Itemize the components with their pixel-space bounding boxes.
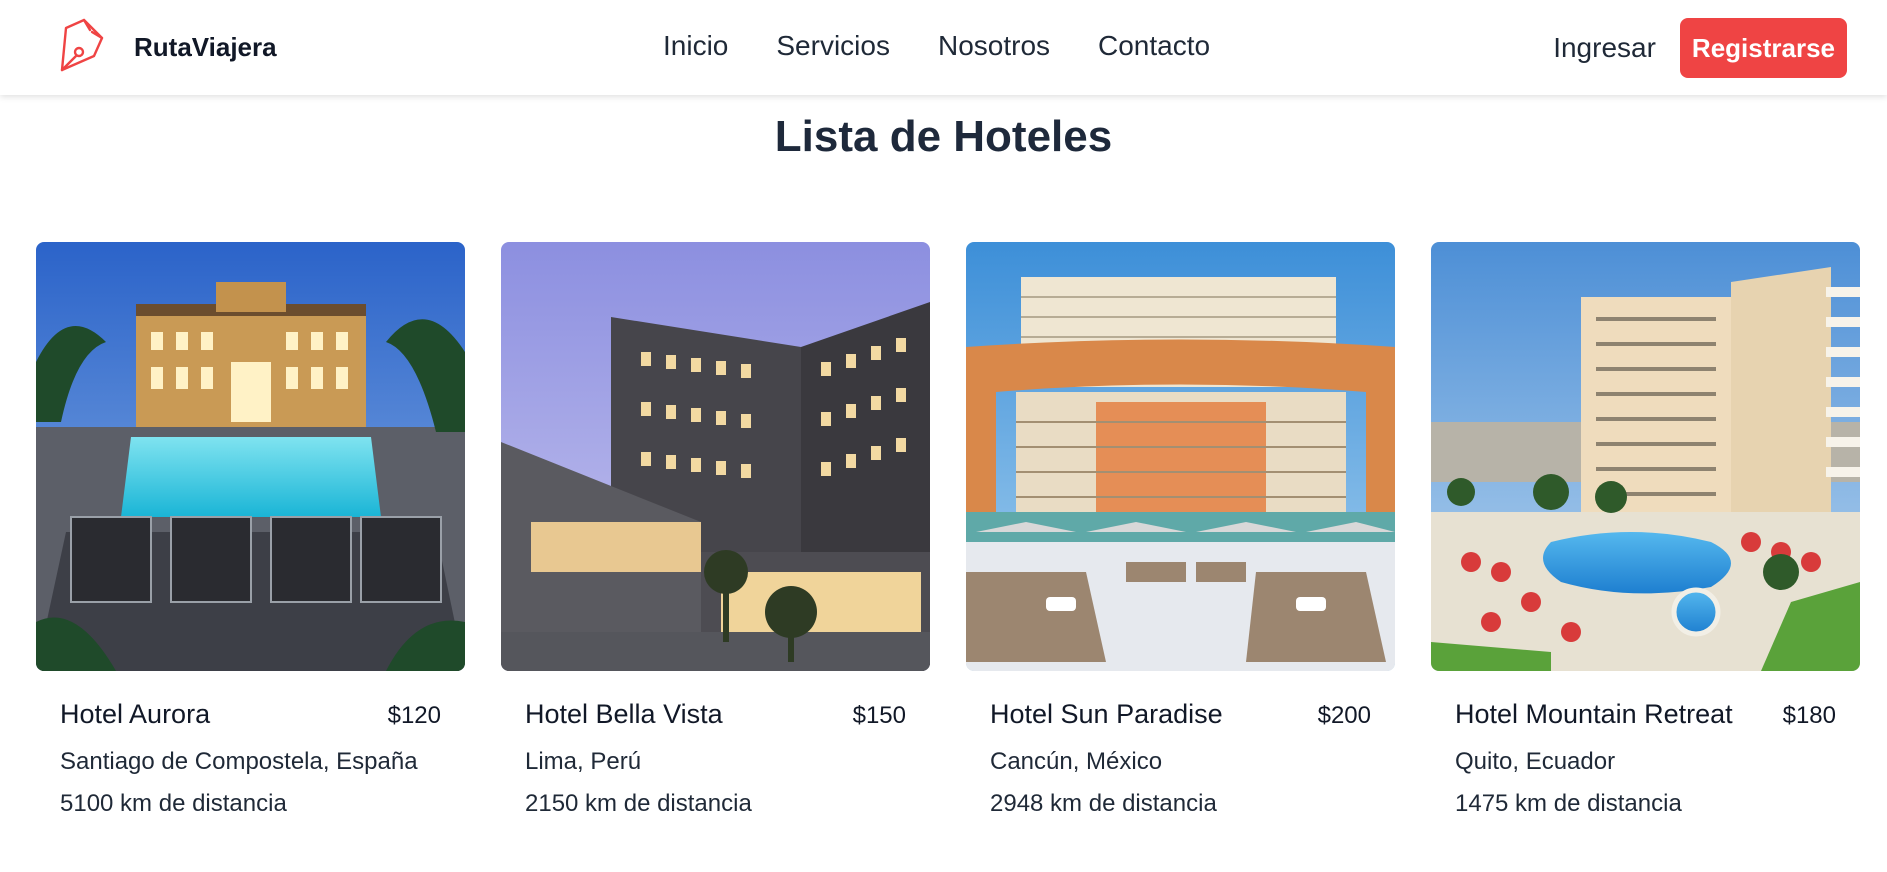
hotel-mountain-retreat-photo: [1431, 242, 1860, 671]
hotel-location: Cancún, México: [990, 748, 1163, 775]
hotel-card[interactable]: Hotel Aurora $120 Santiago de Compostela…: [36, 242, 465, 818]
nav-contacto[interactable]: Contacto: [1098, 30, 1210, 62]
hotel-name: Hotel Bella Vista: [525, 699, 723, 729]
hotel-location: Quito, Ecuador: [1455, 748, 1616, 775]
register-button[interactable]: Registrarse: [1679, 18, 1847, 78]
hotel-price: $120: [387, 702, 441, 729]
hotel-card[interactable]: Hotel Sun Paradise $200 Cancún, México 2…: [966, 242, 1395, 818]
auth-actions: Ingresar Registrarse: [1553, 18, 1847, 78]
hotel-bella-vista-photo: [501, 242, 930, 671]
nav-inicio[interactable]: Inicio: [663, 30, 728, 62]
hotel-distance: 1475 km de distancia: [1455, 790, 1682, 817]
main-nav: Inicio Servicios Nosotros Contacto: [663, 26, 1210, 66]
hotel-card[interactable]: Hotel Mountain Retreat $180 Quito, Ecuad…: [1431, 242, 1860, 818]
nav-servicios[interactable]: Servicios: [776, 30, 890, 62]
site-header: RutaViajera Inicio Servicios Nosotros Co…: [0, 0, 1887, 95]
hotel-price: $200: [1317, 702, 1371, 729]
brand-name: RutaViajera: [134, 31, 277, 62]
hotel-name: Hotel Mountain Retreat: [1455, 699, 1733, 729]
hotel-sun-paradise-photo: [966, 242, 1395, 671]
hotel-price: $150: [852, 702, 906, 729]
hotel-card[interactable]: Hotel Bella Vista $150 Lima, Perú 2150 k…: [501, 242, 930, 818]
brand-home-link[interactable]: RutaViajera: [52, 18, 277, 76]
hotel-list: Hotel Aurora $120 Santiago de Compostela…: [36, 242, 1860, 818]
hotel-location: Santiago de Compostela, España: [60, 748, 418, 775]
hotel-distance: 5100 km de distancia: [60, 790, 287, 817]
pen-nib-logo-icon: [60, 18, 104, 72]
login-link[interactable]: Ingresar: [1553, 32, 1656, 64]
nav-nosotros[interactable]: Nosotros: [938, 30, 1050, 62]
hotel-aurora-photo: [36, 242, 465, 671]
hotel-distance: 2150 km de distancia: [525, 790, 752, 817]
page-title: Lista de Hoteles: [774, 112, 1113, 161]
hotel-location: Lima, Perú: [525, 748, 642, 775]
hotel-distance: 2948 km de distancia: [990, 790, 1217, 817]
hotel-name: Hotel Aurora: [60, 699, 211, 729]
hotel-price: $180: [1782, 702, 1836, 729]
hotel-name: Hotel Sun Paradise: [990, 699, 1223, 729]
